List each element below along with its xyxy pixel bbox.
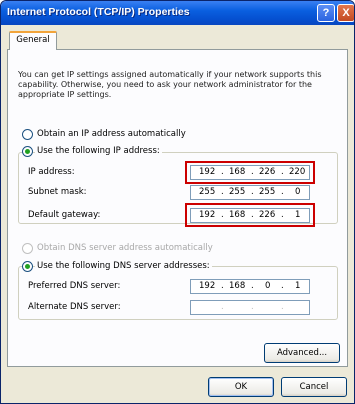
tab-general[interactable]: General bbox=[9, 31, 57, 50]
ok-button[interactable]: OK bbox=[208, 377, 274, 397]
alternate-dns-field[interactable]: . . . bbox=[190, 300, 310, 315]
preferred-dns-label: Preferred DNS server: bbox=[28, 281, 121, 291]
close-icon[interactable]: X bbox=[337, 4, 354, 22]
alternate-dns-label: Alternate DNS server: bbox=[28, 302, 121, 312]
obtain-dns-auto-label[interactable]: Obtain DNS server address automatically bbox=[37, 243, 213, 253]
subnet-mask-label: Subnet mask: bbox=[28, 187, 87, 197]
obtain-dns-auto-radio[interactable] bbox=[22, 243, 33, 254]
use-following-ip-radio[interactable] bbox=[22, 146, 33, 157]
use-following-dns-label[interactable]: Use the following DNS server addresses: bbox=[35, 261, 212, 271]
default-gateway-label: Default gateway: bbox=[28, 210, 101, 220]
obtain-ip-auto-radio[interactable] bbox=[22, 129, 33, 140]
title-bar[interactable]: Internet Protocol (TCP/IP) Properties ? … bbox=[1, 1, 354, 25]
use-following-dns-radio[interactable] bbox=[22, 261, 33, 272]
general-panel: You can get IP settings assigned automat… bbox=[7, 49, 348, 367]
preferred-dns-field[interactable]: 192 . 168 . 0 . 1 bbox=[190, 279, 310, 294]
dialog-window: Internet Protocol (TCP/IP) Properties ? … bbox=[0, 0, 355, 404]
help-icon[interactable]: ? bbox=[317, 4, 335, 22]
cancel-button[interactable]: Cancel bbox=[281, 377, 347, 397]
description-text: You can get IP settings assigned automat… bbox=[18, 70, 322, 99]
subnet-mask-field[interactable]: 255 . 255 . 255 . 0 bbox=[190, 185, 310, 200]
obtain-ip-auto-label[interactable]: Obtain an IP address automatically bbox=[37, 129, 186, 139]
ip-address-label: IP address: bbox=[28, 167, 75, 177]
advanced-button[interactable]: Advanced... bbox=[264, 343, 340, 363]
ip-address-highlight bbox=[185, 161, 315, 184]
default-gateway-highlight bbox=[185, 203, 315, 227]
window-title: Internet Protocol (TCP/IP) Properties bbox=[7, 6, 190, 18]
use-following-ip-label[interactable]: Use the following IP address: bbox=[35, 146, 162, 156]
